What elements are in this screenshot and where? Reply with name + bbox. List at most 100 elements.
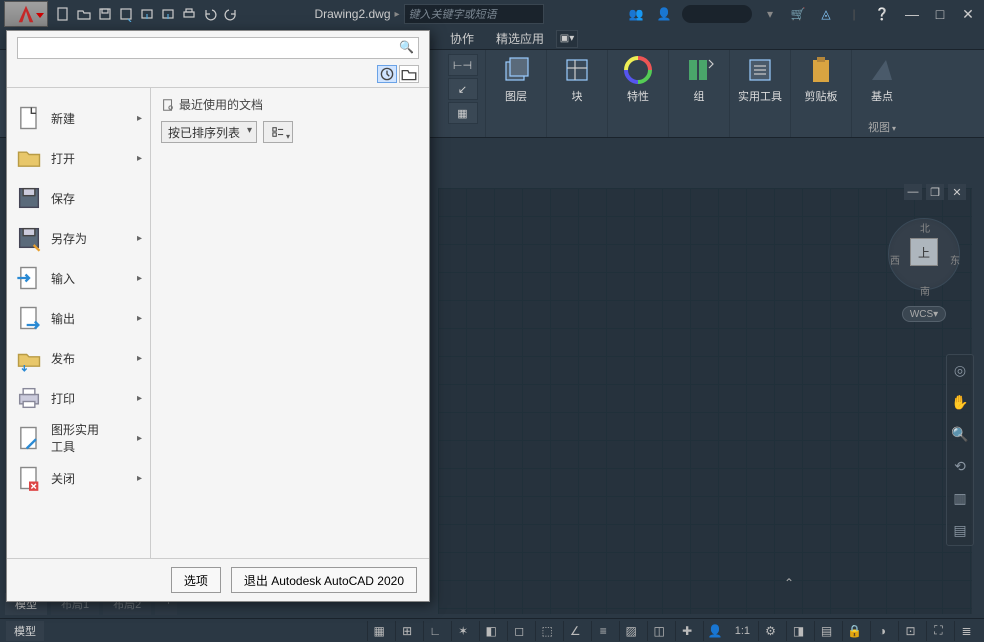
group-button[interactable]: 组 <box>675 54 723 104</box>
utilities-button[interactable]: 实用工具 <box>736 54 784 104</box>
title-center: Drawing2.dwg ▸ 键入关键字或短语 <box>240 4 618 24</box>
table-icon[interactable]: ▦ <box>448 102 478 124</box>
showmotion-icon[interactable]: ▥ <box>949 487 971 509</box>
status-model-tab[interactable]: 模型 <box>6 621 44 641</box>
open-icon[interactable] <box>75 5 93 23</box>
viewcube-east[interactable]: 东 <box>950 252 960 267</box>
cloud-open-icon[interactable] <box>138 5 156 23</box>
3dosnap-toggle-icon[interactable]: ⬚ <box>535 621 559 641</box>
pan-icon[interactable]: ✋ <box>949 391 971 413</box>
wcs-badge[interactable]: WCS ▾ <box>902 306 946 322</box>
viewcube-top-face[interactable]: 上 <box>910 238 938 266</box>
app-menu-print[interactable]: 打印▸ <box>7 378 150 418</box>
cart-icon[interactable]: 🛒 <box>788 4 808 24</box>
dropdown-chevron-icon[interactable]: ▾ <box>760 4 780 24</box>
grid-toggle-icon[interactable]: ▦ <box>367 621 391 641</box>
app-menu-new[interactable]: 新建▸ <box>7 98 150 138</box>
ribbon-tab-collaborate[interactable]: 协作 <box>440 27 484 50</box>
app-menu-export[interactable]: 输出▸ <box>7 298 150 338</box>
app-store-icon[interactable]: ◬ <box>816 4 836 24</box>
cleanscreen-icon[interactable]: ⛶ <box>926 621 950 641</box>
nav-expand-icon[interactable]: ▤ <box>949 519 971 541</box>
new-icon[interactable] <box>54 5 72 23</box>
viewcube[interactable]: 北 南 东 西 上 WCS ▾ <box>888 208 960 294</box>
linear-dim-icon[interactable]: ⊢⊣ <box>448 54 478 76</box>
app-menu-save[interactable]: 保存 <box>7 178 150 218</box>
quick-access-toolbar <box>54 5 240 23</box>
window-controls: — □ ✕ <box>900 3 980 25</box>
app-menu-saveas[interactable]: 另存为▸ <box>7 218 150 258</box>
keyword-search-input[interactable]: 键入关键字或短语 <box>404 4 544 24</box>
undo-icon[interactable] <box>201 5 219 23</box>
leader-icon[interactable]: ↙︎ <box>448 78 478 100</box>
close-button[interactable]: ✕ <box>956 3 980 25</box>
app-menu-import[interactable]: 输入▸ <box>7 258 150 298</box>
isodraft-toggle-icon[interactable]: ◧ <box>479 621 503 641</box>
ortho-toggle-icon[interactable]: ∟ <box>423 621 447 641</box>
ribbon-tab-featured[interactable]: 精选应用 <box>486 27 554 50</box>
plot-icon[interactable] <box>180 5 198 23</box>
view-panel-dropdown[interactable]: 视图▾ <box>868 117 896 137</box>
viewcube-north[interactable]: 北 <box>920 220 930 235</box>
transparency-toggle-icon[interactable]: ▨ <box>619 621 643 641</box>
basepoint-button[interactable]: 基点 <box>858 54 906 104</box>
orbit-icon[interactable]: ⟲ <box>949 455 971 477</box>
redo-icon[interactable] <box>222 5 240 23</box>
full-nav-wheel-icon[interactable]: ◎ <box>949 359 971 381</box>
options-button[interactable]: 选项 <box>171 567 221 593</box>
customize-status-icon[interactable]: ≣ <box>954 621 978 641</box>
doc-minimize-button[interactable]: — <box>904 184 922 200</box>
signin-icon[interactable]: 👥 <box>626 4 646 24</box>
cycling-toggle-icon[interactable]: ◫ <box>647 621 671 641</box>
clipboard-button[interactable]: 剪贴板 <box>797 54 845 104</box>
commandline-expand-icon[interactable]: ⌃ <box>784 576 794 590</box>
quickprops-toggle-icon[interactable]: ▤ <box>814 621 838 641</box>
snap-toggle-icon[interactable]: ⊞ <box>395 621 419 641</box>
viewcube-south[interactable]: 南 <box>920 283 930 298</box>
recent-view-button[interactable] <box>377 65 397 83</box>
polar-toggle-icon[interactable]: ✶ <box>451 621 475 641</box>
user-name-pill[interactable] <box>682 5 752 23</box>
app-menu-publish[interactable]: 发布▸ <box>7 338 150 378</box>
workspace-switch-icon[interactable]: ⚙ <box>758 621 782 641</box>
annomonitor-toggle-icon[interactable]: ✚ <box>675 621 699 641</box>
titlebar: Drawing2.dwg ▸ 键入关键字或短语 👥 👤 ▾ 🛒 ◬ | ❔ — … <box>0 0 984 28</box>
zoom-icon[interactable]: 🔍 <box>949 423 971 445</box>
recent-sort-dropdown[interactable]: 按已排序列表 <box>161 121 257 143</box>
open-docs-view-button[interactable] <box>399 65 419 83</box>
block-button[interactable]: 块 <box>553 54 601 104</box>
annoscale-toggle-icon[interactable]: 👤 <box>703 621 727 641</box>
ribbon-expand-button[interactable]: ▣▾ <box>556 30 578 48</box>
doc-restore-button[interactable]: ❐ <box>926 184 944 200</box>
document-window-controls: — ❐ ✕ <box>904 184 966 200</box>
doc-close-button[interactable]: ✕ <box>948 184 966 200</box>
app-menu-search-input[interactable] <box>17 37 419 59</box>
statusbar: 模型 ▦ ⊞ ∟ ✶ ◧ ◻ ⬚ ∠ ≡ ▨ ◫ ✚ 👤 1:1 ⚙ ◨ ▤ 🔒… <box>0 618 984 642</box>
save-icon[interactable] <box>96 5 114 23</box>
saveas-icon[interactable] <box>117 5 135 23</box>
lineweight-toggle-icon[interactable]: ≡ <box>591 621 615 641</box>
cloud-save-icon[interactable] <box>159 5 177 23</box>
properties-button[interactable]: 特性 <box>614 54 662 104</box>
osnap-toggle-icon[interactable]: ◻ <box>507 621 531 641</box>
document-filename: Drawing2.dwg <box>314 7 390 21</box>
help-icon[interactable]: ❔ <box>872 4 892 24</box>
recent-view-mode-button[interactable] <box>263 121 293 143</box>
annotation-scale[interactable]: 1:1 <box>731 625 754 637</box>
lockui-toggle-icon[interactable]: 🔒 <box>842 621 866 641</box>
viewcube-west[interactable]: 西 <box>890 252 900 267</box>
application-menu-button[interactable] <box>4 1 48 27</box>
app-menu-close[interactable]: 关闭▸ <box>7 458 150 498</box>
app-menu-drawing-utils[interactable]: 图形实用 工具▸ <box>7 418 150 458</box>
exit-autocad-button[interactable]: 退出 Autodesk AutoCAD 2020 <box>231 567 417 593</box>
minimize-button[interactable]: — <box>900 3 924 25</box>
user-icon[interactable]: 👤 <box>654 4 674 24</box>
otrack-toggle-icon[interactable]: ∠ <box>563 621 587 641</box>
app-menu-open[interactable]: 打开▸ <box>7 138 150 178</box>
layer-properties-button[interactable]: 图层 <box>492 54 540 104</box>
isolate-toggle-icon[interactable]: ◑ <box>870 621 894 641</box>
units-toggle-icon[interactable]: ◨ <box>786 621 810 641</box>
status-toggles: ▦ ⊞ ∟ ✶ ◧ ◻ ⬚ ∠ ≡ ▨ ◫ ✚ 👤 1:1 ⚙ ◨ ▤ 🔒 ◑ … <box>367 621 978 641</box>
maximize-button[interactable]: □ <box>928 3 952 25</box>
hardware-accel-icon[interactable]: ⊡ <box>898 621 922 641</box>
